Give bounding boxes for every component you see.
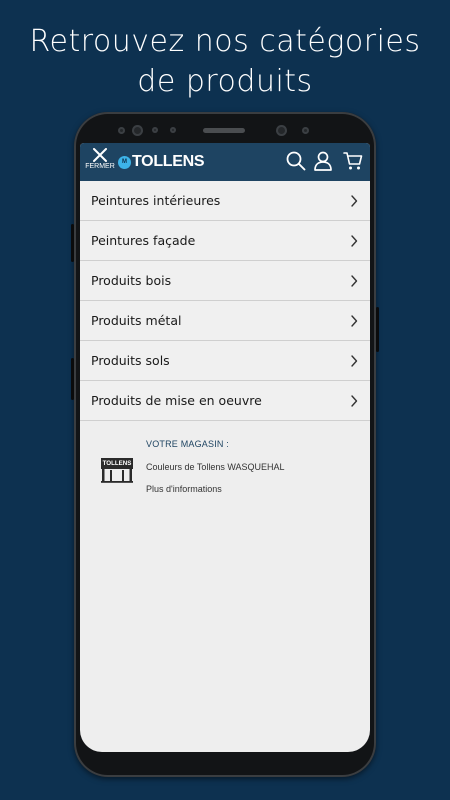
close-button[interactable]: FERMER — [83, 148, 117, 180]
headline-line-2: de produits — [137, 64, 313, 99]
phone-front-camera — [276, 125, 287, 136]
phone-screen: FERMER M TOLLENS Peintures intérieures P… — [80, 143, 370, 752]
phone-camera — [132, 125, 143, 136]
phone-volume-button — [71, 224, 74, 262]
chevron-right-icon — [351, 235, 358, 247]
search-icon[interactable] — [286, 151, 306, 171]
menu-item-produits-metal[interactable]: Produits métal — [80, 301, 370, 341]
store-name: Couleurs de Tollens WASQUEHAL — [146, 462, 285, 472]
logo-badge: M — [118, 155, 131, 169]
store-icon: TOLLENS — [101, 458, 133, 483]
menu-item-peintures-interieures[interactable]: Peintures intérieures — [80, 181, 370, 221]
phone-frame: FERMER M TOLLENS Peintures intérieures P… — [71, 112, 379, 777]
menu-item-peintures-facade[interactable]: Peintures façade — [80, 221, 370, 261]
menu-item-label: Produits sols — [91, 353, 170, 368]
menu-item-produits-bois[interactable]: Produits bois — [80, 261, 370, 301]
user-icon[interactable] — [313, 151, 333, 171]
menu-item-label: Produits métal — [91, 313, 182, 328]
logo-text: TOLLENS — [132, 153, 205, 170]
menu-item-label: Peintures façade — [91, 233, 196, 248]
store-info: TOLLENS VOTRE MAGASIN : Couleurs de Toll… — [80, 435, 370, 515]
chevron-right-icon — [351, 275, 358, 287]
phone-sensor — [170, 127, 176, 133]
menu-item-produits-mise-en-oeuvre[interactable]: Produits de mise en oeuvre — [80, 381, 370, 421]
menu-item-produits-sols[interactable]: Produits sols — [80, 341, 370, 381]
chevron-right-icon — [351, 195, 358, 207]
phone-sensor — [302, 127, 309, 134]
chevron-right-icon — [351, 355, 358, 367]
cart-icon[interactable] — [343, 151, 363, 171]
store-title: VOTRE MAGASIN : — [146, 439, 230, 449]
phone-sensor — [118, 127, 125, 134]
tollens-logo[interactable]: M TOLLENS — [118, 153, 205, 171]
menu-item-label: Peintures intérieures — [91, 193, 221, 208]
app-header: FERMER M TOLLENS — [80, 143, 370, 181]
close-icon — [93, 148, 107, 162]
store-more-info-link[interactable]: Plus d'informations — [146, 484, 222, 494]
category-menu: Peintures intérieures Peintures façade P… — [80, 181, 370, 421]
chevron-right-icon — [351, 315, 358, 327]
phone-speaker — [203, 128, 245, 133]
phone-power-button — [376, 307, 379, 352]
promo-headline: Retrouvez nos catégories de produits — [0, 22, 450, 102]
headline-line-1: Retrouvez nos catégories — [29, 24, 421, 59]
chevron-right-icon — [351, 395, 358, 407]
menu-item-label: Produits bois — [91, 273, 172, 288]
phone-bixby-button — [71, 358, 74, 400]
menu-item-label: Produits de mise en oeuvre — [91, 393, 262, 408]
store-icon-text: TOLLENS — [103, 460, 132, 467]
phone-sensor — [152, 127, 158, 133]
close-label: FERMER — [85, 163, 115, 170]
